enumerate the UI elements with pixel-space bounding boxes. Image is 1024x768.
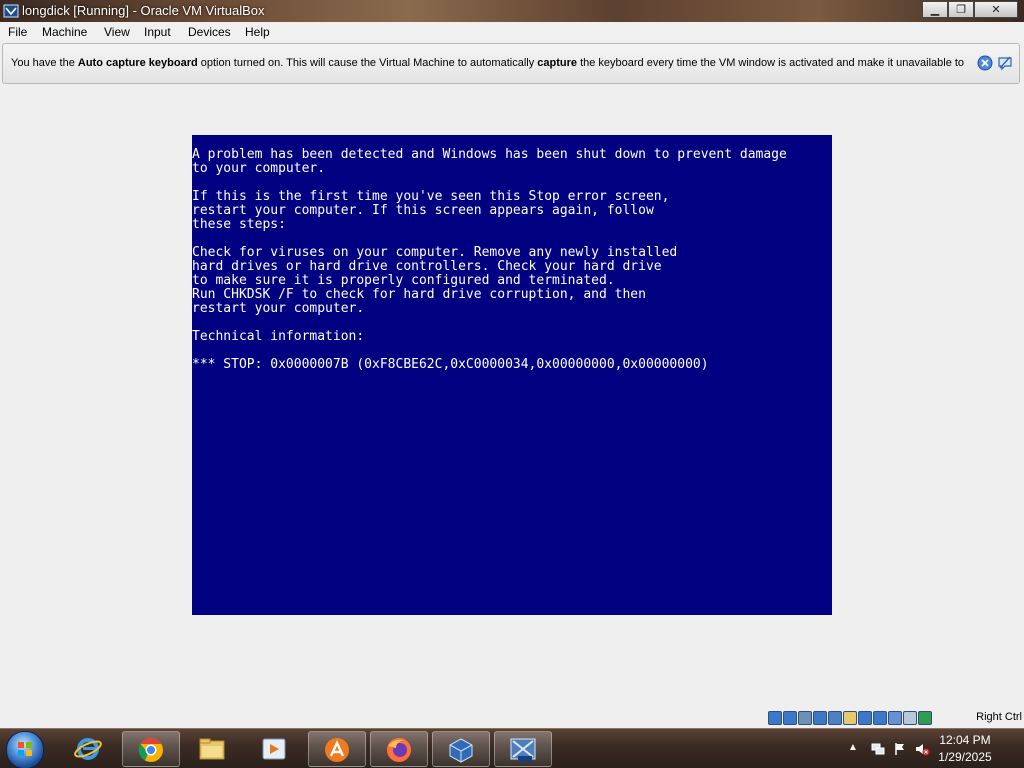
taskbar-chrome[interactable] <box>122 731 180 767</box>
menu-bar: File Machine View Input Devices Help <box>0 22 1024 42</box>
windows-logo-icon <box>18 742 32 756</box>
minimize-button[interactable]: ▁ <box>922 1 948 18</box>
taskbar-avast[interactable] <box>308 731 366 767</box>
close-button[interactable]: ✕ <box>974 1 1018 18</box>
audio-icon[interactable] <box>798 711 812 725</box>
maximize-icon: ❐ <box>956 4 966 16</box>
bsod-line: to make sure it is properly configured a… <box>192 273 615 288</box>
network-icon[interactable] <box>813 711 827 725</box>
menu-view[interactable]: View <box>104 25 130 39</box>
mouse-integration-icon[interactable] <box>903 711 917 725</box>
chrome-icon <box>138 738 163 762</box>
file-explorer-icon <box>199 738 225 760</box>
avast-icon <box>325 738 349 762</box>
window-title-bar[interactable]: longdick [Running] - Oracle VM VirtualBo… <box>0 0 1024 22</box>
bsod-line: Technical information: <box>192 329 365 344</box>
display-icon[interactable] <box>858 711 872 725</box>
menu-devices[interactable]: Devices <box>188 25 231 39</box>
bsod-line: Check for viruses on your computer. Remo… <box>192 245 678 260</box>
blue-screen-of-death: A problem has been detected and Windows … <box>192 135 832 615</box>
bsod-line: A problem has been detected and Windows … <box>192 147 787 162</box>
vista-vm-icon <box>510 738 536 762</box>
optical-drive-icon[interactable] <box>783 711 797 725</box>
bsod-line: Run CHKDSK /F to check for hard drive co… <box>192 287 646 302</box>
taskbar-internet-explorer[interactable] <box>60 731 118 767</box>
menu-input[interactable]: Input <box>144 25 171 39</box>
windows-taskbar: ▲ 12:04 PM 1/29/2025 <box>0 728 1024 768</box>
suppress-message-icon[interactable] <box>997 55 1013 71</box>
taskbar-vista-vm[interactable] <box>494 731 552 767</box>
start-button[interactable] <box>6 731 44 768</box>
video-capture-icon[interactable] <box>873 711 887 725</box>
close-icon: ✕ <box>991 4 1001 16</box>
menu-file[interactable]: File <box>8 25 27 39</box>
taskbar-virtualbox[interactable] <box>432 731 490 767</box>
bsod-line: *** STOP: 0x0000007B (0xF8CBE62C,0xC0000… <box>192 357 709 372</box>
notification-message: You have the Auto capture keyboard optio… <box>11 57 964 69</box>
arrow-icon[interactable] <box>918 711 932 725</box>
taskbar-firefox[interactable] <box>370 731 428 767</box>
maximize-button[interactable]: ❐ <box>948 1 974 18</box>
firefox-icon <box>387 738 411 762</box>
media-player-icon <box>262 738 286 760</box>
bsod-line: restart your computer. If this screen ap… <box>192 203 654 218</box>
notice-bold-1: Auto capture keyboard <box>77 57 198 69</box>
system-tray: ▲ 12:04 PM 1/29/2025 <box>834 729 1024 768</box>
menu-help[interactable]: Help <box>245 25 270 39</box>
shared-folders-icon[interactable] <box>843 711 857 725</box>
bsod-line: to your computer. <box>192 161 326 176</box>
clock-date: 1/29/2025 <box>938 750 992 764</box>
virtualbox-app-icon <box>3 4 19 18</box>
bsod-line: hard drives or hard drive controllers. C… <box>192 259 662 274</box>
action-center-flag-icon[interactable] <box>892 741 908 757</box>
virtualbox-icon <box>449 738 473 763</box>
auto-capture-notification: You have the Auto capture keyboard optio… <box>2 43 1020 84</box>
virtualization-icon[interactable] <box>888 711 902 725</box>
minimize-icon: ▁ <box>930 4 940 16</box>
notice-bold-2: capture <box>537 57 578 69</box>
bsod-line: If this is the first time you've seen th… <box>192 189 670 204</box>
volume-muted-icon[interactable] <box>914 741 930 757</box>
taskbar-media-player[interactable] <box>246 731 304 767</box>
window-title: longdick [Running] - Oracle VM VirtualBo… <box>22 3 265 18</box>
taskbar-file-explorer[interactable] <box>184 731 242 767</box>
bsod-line: these steps: <box>192 217 286 232</box>
taskbar-clock[interactable]: 12:04 PM 1/29/2025 <box>930 732 1000 766</box>
notice-text-3: the keyboard every time the VM window is… <box>577 57 965 69</box>
notice-text-1: You have the <box>11 57 78 69</box>
menu-machine[interactable]: Machine <box>42 25 87 39</box>
usb-icon[interactable] <box>828 711 842 725</box>
close-notification-icon[interactable] <box>977 55 993 71</box>
notice-text-2: option turned on. This will cause the Vi… <box>197 57 538 69</box>
network-tray-icon[interactable] <box>870 741 886 757</box>
clock-time: 12:04 PM <box>939 733 991 747</box>
internet-explorer-icon <box>74 738 102 760</box>
bsod-line: restart your computer. <box>192 301 365 316</box>
vm-status-bar: Right Ctrl <box>0 708 1024 728</box>
hard-disk-icon[interactable] <box>768 711 782 725</box>
show-hidden-icons-button[interactable]: ▲ <box>848 742 858 753</box>
host-key-label[interactable]: Right Ctrl <box>976 711 1022 723</box>
